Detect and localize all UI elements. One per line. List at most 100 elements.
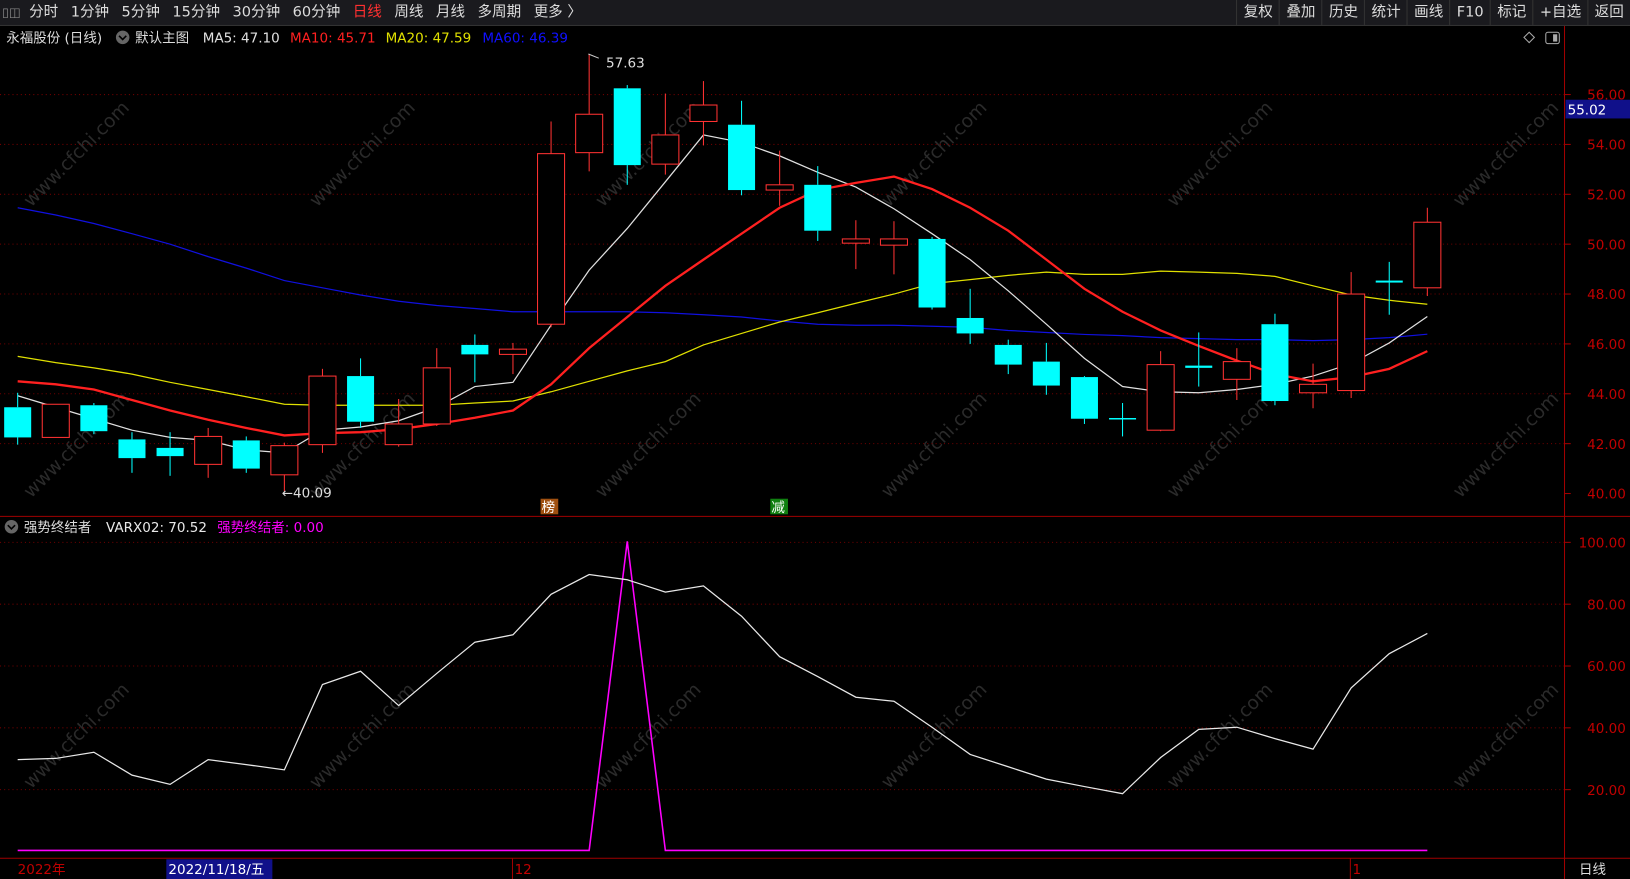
watermark-text: www.cfchi.com [306,679,420,793]
watermark-text: www.cfchi.com [877,388,991,502]
candle [4,392,32,445]
month-label: 12 [515,862,532,878]
price-tick-label: 46.00 [1587,337,1626,353]
candle [689,81,718,146]
candle-body [689,104,718,123]
candle-body [1299,383,1328,394]
price-tick-label: 48.00 [1587,287,1626,303]
watermark-text: www.cfchi.com [1449,388,1563,502]
candle [80,403,108,435]
indicator-tick-label: 40.00 [1587,721,1626,737]
stock-chart-window: ▯◫ 分时 1分钟 5分钟 15分钟 30分钟 60分钟 日线 周线 月线 多周… [0,0,1630,879]
candle [575,53,604,172]
low-label: ←40.09 [282,486,332,502]
candle-body [461,344,489,355]
candle-body [232,440,260,469]
candle [498,342,527,375]
candle [1032,342,1060,395]
candle [1146,351,1175,432]
watermark-text: www.cfchi.com [20,679,134,793]
indicator-tick-label: 20.00 [1587,783,1626,799]
indicator-dropdown-icon[interactable] [4,520,19,534]
candle-body [804,184,832,231]
chart-canvas[interactable]: www.cfchi.com www.cfchi.com www.cfchi.com w… [0,0,1630,879]
template-dropdown-icon[interactable] [115,30,130,45]
layout-toggle-icon[interactable] [1545,31,1560,45]
ma5-value: MA5: 47.10 [203,31,280,47]
high-arrow-icon [588,53,599,59]
indicator-lines [17,541,1428,852]
candle [308,368,337,453]
watermark-text: www.cfchi.com [877,679,991,793]
candle [1299,363,1328,409]
candle-body [651,134,680,165]
candle [1413,207,1442,297]
candle-body [1337,293,1366,392]
candle [270,442,299,492]
candle-body [384,423,413,446]
varx02-line [17,573,1428,795]
price-tick-label: 42.00 [1587,437,1626,453]
candle-body [1185,365,1213,368]
candle [1109,403,1137,437]
watermark-text: www.cfchi.com [20,388,134,502]
price-tick-label: 52.00 [1587,187,1626,203]
watermark-text: www.cfchi.com [1163,388,1277,502]
candle-body [841,238,870,244]
candle [1337,272,1366,399]
candle-body [1070,377,1098,419]
candle-body [765,184,794,191]
indicator-tick-label: 80.00 [1587,597,1626,613]
ma10-line [17,175,1428,437]
candle-body [194,435,223,465]
signal-value: 强势终结者: 0.00 [217,520,323,536]
marker-text: 榜 [542,499,556,516]
signal-line [17,541,1428,852]
candle-body [270,445,299,476]
diamond-icon[interactable] [1523,31,1536,44]
candle [1261,313,1289,406]
price-axis: 56.0054.0052.0050.0048.0046.0044.0042.00… [1564,88,1626,503]
high-label: 57.63 [606,56,645,72]
ma60-value: MA60: 46.39 [482,31,568,47]
candle-body [1032,361,1060,386]
layout-toggle-icon-part [1553,34,1558,42]
marker-text: 减 [771,500,785,516]
candle [461,334,489,383]
candle [347,358,375,428]
ma20-value: MA20: 47.59 [386,31,472,47]
watermark-text: www.cfchi.com [1449,679,1563,793]
candle [994,339,1022,375]
candle [879,221,908,275]
candle-body [41,403,70,438]
candle [728,100,756,196]
candle [118,432,146,473]
candle-body [347,376,375,422]
candle [537,121,566,328]
price-tick-label: 54.00 [1587,138,1626,154]
period-label: 日线 [1579,862,1606,878]
indicator-name[interactable]: 强势终结者 [24,520,92,536]
candle [41,403,70,438]
candle-body [613,88,641,166]
stock-title: 永福股份 (日线) [6,31,102,47]
candle-body [1413,221,1442,289]
candle-body [575,113,604,154]
candle-body [537,153,566,325]
candle [765,150,794,206]
candle [1185,332,1213,387]
candle [956,288,984,344]
candle-body [156,447,184,457]
varx02-value: VARX02: 70.52 [106,520,207,536]
candle [918,236,946,310]
candle-body [956,317,984,334]
ma20-line [17,270,1428,406]
candle-body [879,238,908,246]
month-label: 1 [1352,862,1361,878]
year-label: 2022年 [18,862,66,878]
indicator-tick-label: 60.00 [1587,659,1626,675]
cursor-date: 2022/11/18/五 [168,862,264,878]
template-name[interactable]: 默认主图 [135,31,189,47]
candle-body [498,348,527,355]
watermark-text: www.cfchi.com [592,97,706,211]
